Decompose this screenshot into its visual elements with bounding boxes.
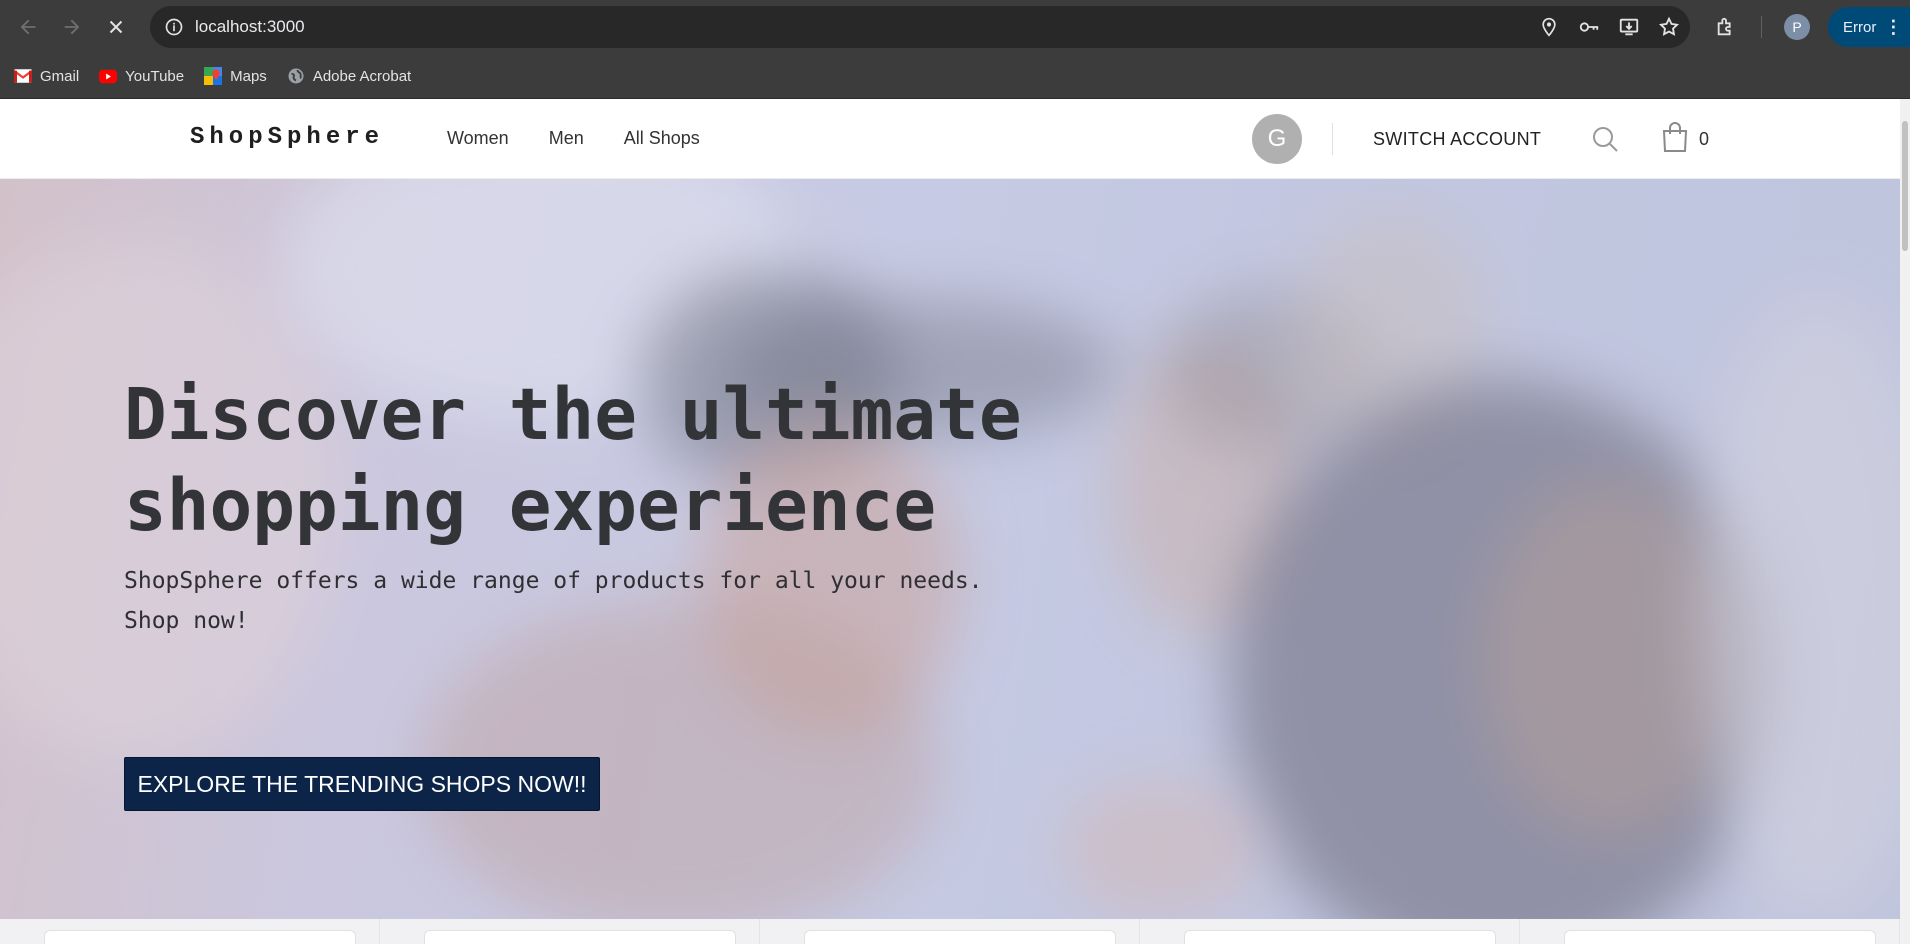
bookmark-star-icon[interactable] bbox=[1656, 14, 1682, 40]
site-header: ShopSphere Women Men All Shops G SWITCH … bbox=[0, 99, 1900, 179]
site-info-icon[interactable] bbox=[159, 12, 189, 42]
shop-card[interactable] bbox=[1184, 930, 1496, 944]
shop-card[interactable] bbox=[1564, 930, 1876, 944]
gmail-icon bbox=[14, 67, 32, 85]
hero-title: Discover the ultimate shopping experienc… bbox=[124, 373, 1022, 547]
scrollbar-thumb[interactable] bbox=[1902, 121, 1908, 251]
hero-section: Discover the ultimate shopping experienc… bbox=[0, 179, 1900, 919]
page-viewport: ShopSphere Women Men All Shops G SWITCH … bbox=[0, 99, 1910, 944]
maps-icon bbox=[204, 67, 223, 85]
hero-subtitle: ShopSphere offers a wide range of produc… bbox=[124, 568, 983, 634]
switch-account-button[interactable]: SWITCH ACCOUNT bbox=[1373, 129, 1541, 150]
bookmark-label: Adobe Acrobat bbox=[312, 67, 412, 85]
extensions-puzzle-icon[interactable] bbox=[1711, 12, 1741, 42]
shopping-bag-icon[interactable] bbox=[1661, 121, 1689, 153]
browser-toolbar: localhost:3000 P Error ⋮ bbox=[0, 0, 1910, 54]
profile-avatar[interactable]: P bbox=[1784, 14, 1810, 40]
install-app-icon[interactable] bbox=[1616, 14, 1642, 40]
nav-link-men[interactable]: Men bbox=[549, 128, 584, 149]
shop-card-slot bbox=[1140, 919, 1520, 944]
bookmark-youtube[interactable]: YouTube bbox=[99, 67, 184, 85]
forward-arrow-icon bbox=[64, 19, 80, 35]
error-label: Error bbox=[1843, 18, 1877, 36]
main-nav: Women Men All Shops bbox=[447, 128, 700, 149]
nav-link-all-shops[interactable]: All Shops bbox=[624, 128, 700, 149]
back-arrow-icon bbox=[20, 19, 36, 35]
cart-count: 0 bbox=[1699, 129, 1710, 149]
nav-link-women[interactable]: Women bbox=[447, 128, 509, 149]
bookmark-adobe-acrobat[interactable]: Adobe Acrobat bbox=[287, 67, 411, 85]
shop-card-slot bbox=[380, 919, 760, 944]
password-key-icon[interactable] bbox=[1576, 14, 1602, 40]
shop-card[interactable] bbox=[804, 930, 1116, 944]
site-logo[interactable]: ShopSphere bbox=[190, 124, 384, 151]
bookmark-maps[interactable]: Maps bbox=[204, 67, 267, 85]
bookmark-label: Gmail bbox=[40, 67, 80, 85]
close-icon bbox=[109, 20, 123, 34]
shop-card-slot bbox=[760, 919, 1140, 944]
explore-shops-button[interactable]: EXPLORE THE TRENDING SHOPS NOW!! bbox=[124, 757, 600, 811]
shop-card-slot bbox=[0, 919, 380, 944]
user-avatar[interactable]: G bbox=[1252, 114, 1302, 164]
location-icon[interactable] bbox=[1536, 14, 1562, 40]
shop-card-slot bbox=[1520, 919, 1900, 944]
bookmark-gmail[interactable]: Gmail bbox=[14, 67, 79, 85]
kebab-menu-icon: ⋮ bbox=[1884, 17, 1903, 37]
toolbar-divider bbox=[1761, 16, 1762, 38]
youtube-icon bbox=[99, 67, 118, 85]
bookmark-label: YouTube bbox=[125, 67, 185, 85]
globe-icon bbox=[287, 67, 305, 85]
bookmarks-bar: Gmail YouTube Maps Adobe Acrobat bbox=[0, 54, 1910, 99]
forward-button[interactable] bbox=[52, 7, 92, 47]
header-divider bbox=[1332, 123, 1333, 155]
bookmark-label: Maps bbox=[230, 67, 267, 85]
browser-error-button[interactable]: Error ⋮ bbox=[1828, 7, 1910, 47]
stop-loading-button[interactable] bbox=[96, 7, 136, 47]
back-button[interactable] bbox=[8, 7, 48, 47]
url-text[interactable]: localhost:3000 bbox=[195, 17, 305, 37]
page-scrollbar[interactable] bbox=[1900, 99, 1910, 944]
search-icon[interactable] bbox=[1590, 124, 1620, 154]
address-bar[interactable]: localhost:3000 bbox=[150, 6, 1690, 48]
shop-cards-row bbox=[0, 919, 1900, 944]
shop-card[interactable] bbox=[424, 930, 736, 944]
shop-card[interactable] bbox=[44, 930, 356, 944]
